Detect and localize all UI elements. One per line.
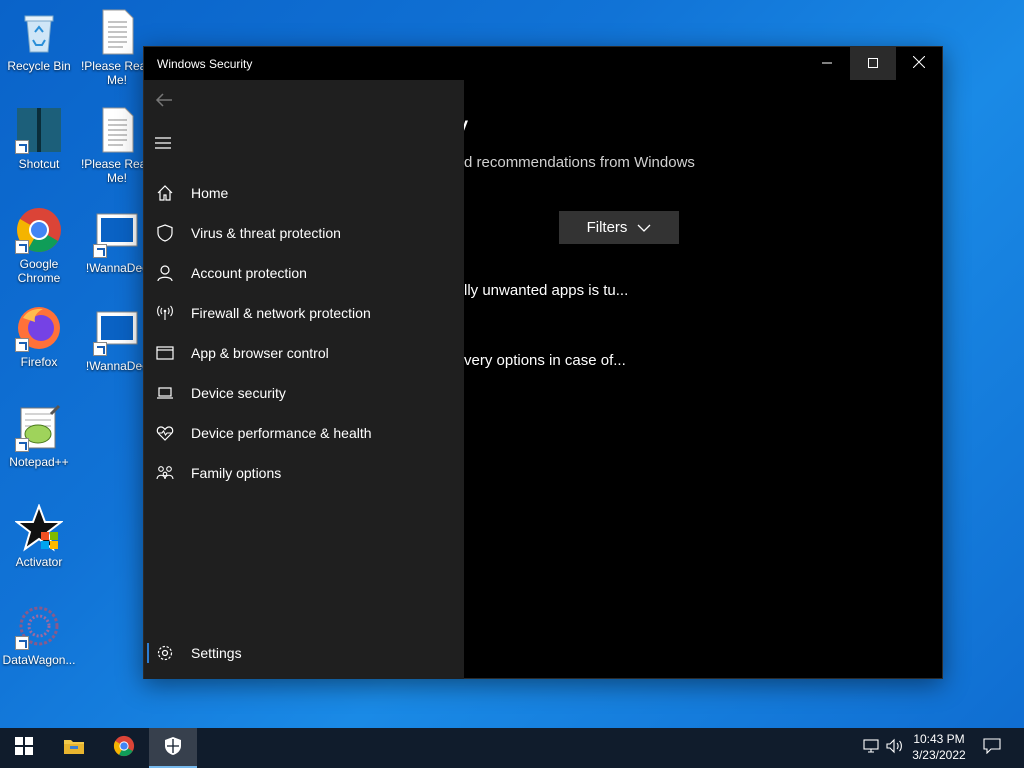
chrome-icon	[15, 206, 63, 254]
desktop-icon-label: Recycle Bin	[7, 59, 71, 73]
desktop-icon-label: Activator	[15, 555, 63, 569]
browser-window-icon	[155, 343, 175, 363]
network-tray-button[interactable]	[862, 738, 882, 758]
nav-item-label: Family options	[191, 465, 282, 481]
action-center-button[interactable]	[982, 737, 1002, 759]
nav-item-family-options[interactable]: Family options	[144, 453, 464, 493]
nav-item-label: Firewall & network protection	[191, 305, 371, 321]
shotcut-icon	[15, 106, 63, 154]
laptop-icon	[155, 383, 175, 403]
datawagon-icon	[15, 602, 63, 650]
maximize-icon	[868, 57, 878, 71]
heart-pulse-icon	[155, 423, 175, 443]
desktop-icon-label: Google Chrome	[17, 257, 61, 285]
recycle-bin-icon	[15, 8, 63, 56]
maximize-button[interactable]	[850, 47, 896, 80]
recommendation-item[interactable]: lly unwanted apps is tu...	[464, 282, 628, 299]
nav-item-home[interactable]: Home	[144, 173, 464, 213]
chrome-icon	[113, 735, 135, 762]
home-icon	[155, 183, 175, 203]
desktop-icon-firefox[interactable]: Firefox	[0, 304, 78, 369]
clock-date: 3/23/2022	[912, 748, 966, 762]
desktop-icon-google-chrome[interactable]: Google Chrome	[0, 206, 78, 285]
hamburger-menu-button[interactable]	[154, 136, 174, 152]
desktop-icon-label: Notepad++	[9, 455, 69, 469]
start-icon	[15, 736, 33, 760]
window-title: Windows Security	[157, 56, 253, 71]
hamburger-icon	[154, 137, 172, 154]
desktop-icon-shotcut[interactable]: Shotcut	[0, 106, 78, 171]
page-subtitle: d recommendations from Windows	[464, 154, 695, 171]
family-icon	[155, 463, 175, 483]
file-explorer-icon	[63, 737, 85, 760]
back-arrow-icon	[154, 93, 174, 114]
desktop-icon-label: Shotcut	[18, 157, 60, 171]
desktop-icon-recycle-bin[interactable]: Recycle Bin	[0, 8, 78, 73]
close-button[interactable]	[896, 47, 942, 80]
nav-item-label: Account protection	[191, 265, 307, 281]
nav-item-settings[interactable]: Settings	[144, 633, 464, 673]
clock[interactable]: 10:43 PM 3/23/2022	[904, 731, 974, 763]
nav-item-virus-threat-protection[interactable]: Virus & threat protection	[144, 213, 464, 253]
notification-icon	[983, 737, 1001, 759]
firefox-icon	[15, 304, 63, 352]
nav-item-label: App & browser control	[191, 345, 329, 361]
gear-icon	[155, 643, 175, 663]
nav-item-label: Home	[191, 185, 229, 201]
nav-item-firewall-network-protection[interactable]: Firewall & network protection	[144, 293, 464, 333]
shield-icon	[155, 223, 175, 243]
clock-time: 10:43 PM	[913, 732, 965, 746]
wannadecryptor-icon	[93, 308, 141, 356]
nav-item-label: Device security	[191, 385, 286, 401]
nav-item-account-protection[interactable]: Account protection	[144, 253, 464, 293]
text-document-icon	[93, 106, 141, 154]
network-icon	[863, 738, 881, 759]
nav-item-device-security[interactable]: Device security	[144, 373, 464, 413]
desktop-icon-notepadpp[interactable]: Notepad++	[0, 404, 78, 469]
person-icon	[155, 263, 175, 283]
desktop-icon-label: Firefox	[20, 355, 58, 369]
windows-security-icon	[164, 736, 182, 761]
desktop-icon-datawagon[interactable]: DataWagon...	[0, 602, 78, 667]
nav-item-label: Device performance & health	[191, 425, 372, 441]
windows-security-window: Windows Security y d recommendations fro…	[143, 46, 943, 679]
desktop-icon-activator[interactable]: Activator	[0, 503, 78, 569]
chevron-down-icon	[637, 219, 651, 236]
navigation-pane: Home Virus & threat protection Account p…	[144, 80, 464, 679]
filters-button[interactable]: Filters	[559, 211, 679, 244]
start-button[interactable]	[0, 728, 48, 768]
wannadecryptor-icon	[93, 210, 141, 258]
title-bar[interactable]: Windows Security	[144, 47, 942, 80]
minimize-button[interactable]	[804, 47, 850, 80]
close-icon	[912, 55, 926, 71]
nav-item-label: Virus & threat protection	[191, 225, 341, 241]
speaker-icon	[886, 738, 904, 759]
minimize-icon	[822, 57, 832, 71]
taskbar-file-explorer[interactable]	[50, 728, 98, 768]
taskbar-chrome[interactable]	[100, 728, 148, 768]
nav-item-label: Settings	[191, 645, 242, 661]
recommendation-item[interactable]: very options in case of...	[464, 352, 626, 369]
filters-label: Filters	[586, 219, 628, 236]
antenna-icon	[155, 303, 175, 323]
activator-icon	[14, 503, 64, 552]
notepadpp-icon	[15, 404, 63, 452]
back-button[interactable]	[154, 90, 174, 110]
text-document-icon	[93, 8, 141, 56]
volume-tray-button[interactable]	[885, 738, 905, 758]
nav-item-app-browser-control[interactable]: App & browser control	[144, 333, 464, 373]
nav-item-device-performance-health[interactable]: Device performance & health	[144, 413, 464, 453]
taskbar: 10:43 PM 3/23/2022	[0, 728, 1024, 768]
desktop-icon-label: DataWagon...	[2, 653, 76, 667]
taskbar-windows-security[interactable]	[149, 728, 197, 768]
